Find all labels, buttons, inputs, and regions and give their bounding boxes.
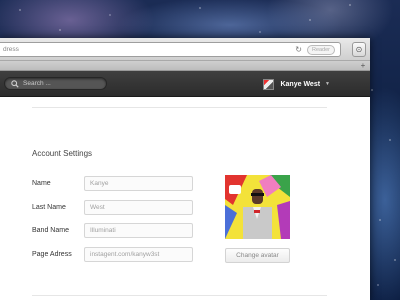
search-placeholder: Search ...: [23, 80, 51, 87]
caret-down-icon: ▼: [325, 81, 330, 87]
plus-icon[interactable]: +: [358, 61, 368, 70]
tab-bar: +: [0, 61, 370, 71]
avatar: [263, 78, 275, 90]
page-address-label: Page Adress: [32, 251, 72, 258]
account-settings-page: Account Settings Name Kanye Last Name We…: [0, 99, 370, 300]
extension-button[interactable]: ⊙: [352, 42, 366, 57]
name-field[interactable]: Kanye: [84, 176, 193, 191]
address-text: dress: [3, 46, 19, 53]
last-name-label: Last Name: [32, 204, 66, 211]
user-name: Kanye West: [280, 80, 321, 88]
last-name-field[interactable]: West: [84, 200, 193, 215]
name-label: Name: [32, 180, 51, 187]
browser-toolbar: dress ↻ Reader ⊙: [0, 38, 370, 61]
search-icon: [11, 80, 19, 88]
search-input[interactable]: Search ...: [4, 77, 107, 90]
section-title: Account Settings: [32, 149, 93, 158]
reader-button[interactable]: Reader: [307, 45, 335, 55]
browser-window: dress ↻ Reader ⊙ + Search ... Kanye West…: [0, 38, 370, 300]
address-bar[interactable]: dress ↻ Reader: [0, 42, 341, 57]
divider-bottom: [32, 295, 327, 296]
user-menu[interactable]: Kanye West ▼: [263, 77, 330, 91]
change-avatar-button[interactable]: Change avatar: [225, 248, 290, 263]
avatar-image: [225, 175, 290, 239]
band-name-label: Band Name: [32, 227, 69, 234]
divider: [32, 107, 327, 108]
app-header: Search ... Kanye West ▼: [0, 71, 370, 97]
avatar-portrait: [225, 175, 290, 239]
page-address-field[interactable]: instagent.com/kanyw3st: [84, 247, 193, 262]
reload-icon[interactable]: ↻: [295, 44, 302, 56]
band-name-field[interactable]: Illuminati: [84, 223, 193, 238]
